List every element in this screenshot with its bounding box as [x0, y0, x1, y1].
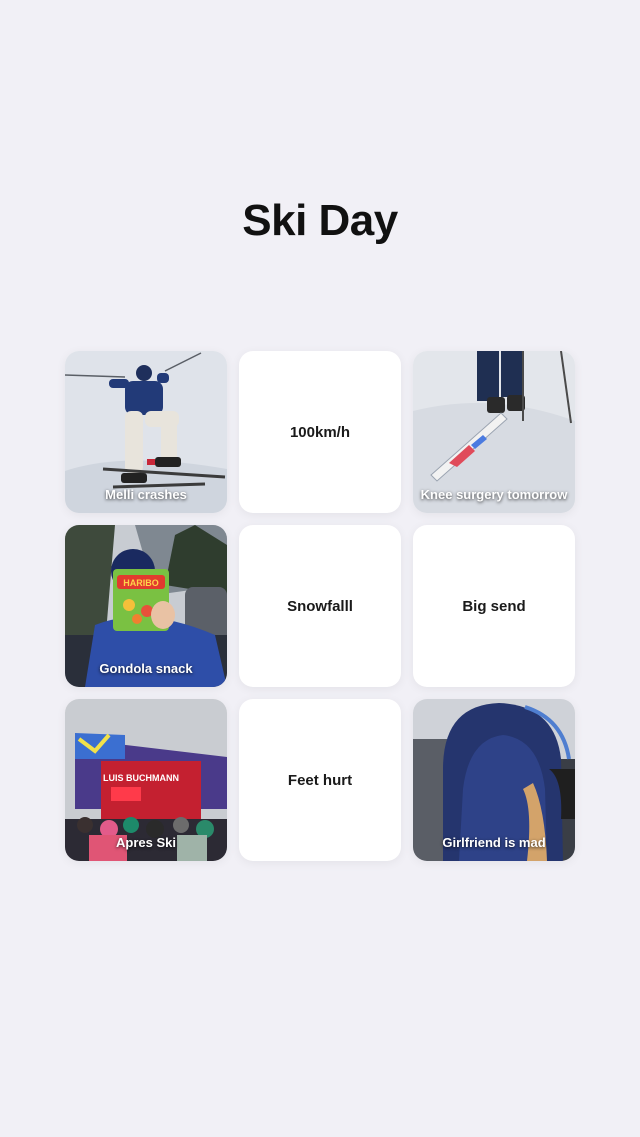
tile-label: Feet hurt [287, 771, 353, 789]
tile-caption: Melli crashes [105, 487, 187, 502]
tile-snowfalll[interactable]: Snowfalll [239, 525, 401, 687]
tile-label: Big send [462, 597, 526, 615]
tile-label: 100km/h [289, 423, 351, 441]
tile-caption: Girlfriend is mad [442, 835, 546, 850]
page-title: Ski Day [242, 196, 398, 245]
tile-gondola-snack[interactable]: HARIBO Gondola snack [65, 525, 227, 687]
tile-caption: Knee surgery tomorrow [420, 487, 568, 502]
tile-caption: Apres Ski [116, 835, 176, 850]
tile-apres-ski[interactable]: LUIS BUCHMANN Apres Ski [65, 699, 227, 861]
svg-text:LUIS BUCHMANN: LUIS BUCHMANN [103, 773, 179, 783]
tile-feet-hurt[interactable]: Feet hurt [239, 699, 401, 861]
tile-caption: Gondola snack [99, 661, 193, 676]
tile-knee-surgery[interactable]: Knee surgery tomorrow [413, 351, 575, 513]
tile-big-send[interactable]: Big send [413, 525, 575, 687]
bingo-grid: Melli crashes 100km/h Knee surgery tomor… [65, 351, 575, 861]
svg-text:HARIBO: HARIBO [123, 578, 159, 588]
tile-label: Snowfalll [287, 597, 353, 615]
tile-melli-crashes[interactable]: Melli crashes [65, 351, 227, 513]
tile-100kmh[interactable]: 100km/h [239, 351, 401, 513]
tile-girlfriend-mad[interactable]: Girlfriend is mad [413, 699, 575, 861]
